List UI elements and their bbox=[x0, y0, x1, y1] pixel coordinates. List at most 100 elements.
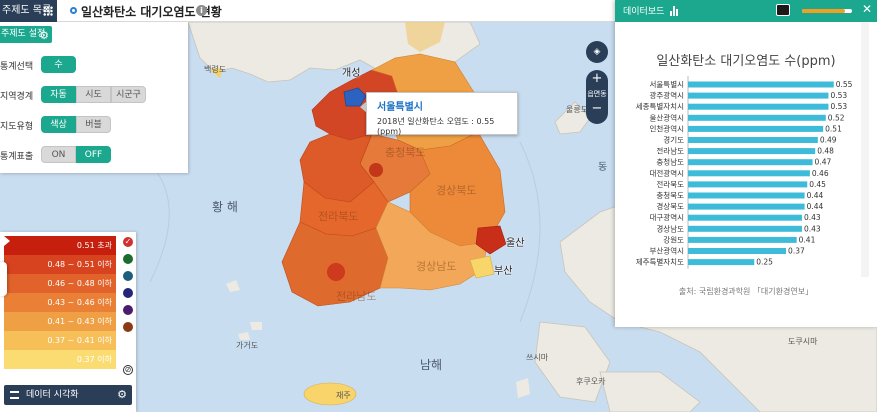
data-visualization-button[interactable]: 데이터 시각화 ⚙ bbox=[4, 385, 132, 405]
region-tooltip: 서울특별시 2018년 일산화탄소 오염도 : 0.55 (ppm) bbox=[360, 92, 518, 136]
layers-icon bbox=[10, 391, 19, 399]
gear-icon: ⚙ bbox=[39, 29, 49, 42]
chart-value-label: 0.44 bbox=[807, 191, 824, 200]
chart-category-label: 세종특별자치시 bbox=[636, 101, 684, 111]
chart-category-label: 부산광역시 bbox=[650, 246, 685, 256]
province-label-gyeongnam: 경상남도 bbox=[416, 260, 457, 273]
stat-display-off[interactable]: OFF bbox=[76, 146, 111, 163]
bar-chart: 서울특별시 0.55 광주광역시 0.53 세종특별자치시 0.53 울산광역시 0.52 인천… bbox=[636, 76, 853, 269]
sea-label-yellow: 황 해 bbox=[212, 200, 238, 214]
chart-value-label: 0.37 bbox=[788, 247, 805, 256]
chart-value-label: 0.43 bbox=[804, 213, 821, 222]
data-board-title: 데이터보드 bbox=[623, 7, 665, 17]
chart-bar[interactable] bbox=[688, 148, 816, 155]
theme-settings-header[interactable]: 주제도 설정 ⚙ bbox=[0, 26, 52, 43]
chart-bar[interactable] bbox=[688, 137, 818, 143]
chart-value-label: 0.41 bbox=[799, 235, 816, 244]
chart-bar[interactable] bbox=[688, 125, 824, 132]
palette-swatch[interactable] bbox=[123, 271, 133, 281]
legend-collapse-handle[interactable] bbox=[0, 262, 7, 296]
palette-swatch[interactable] bbox=[123, 322, 133, 332]
chart-category-label: 경상북도 bbox=[656, 201, 684, 211]
chart-value-label: 0.49 bbox=[820, 136, 837, 145]
chart-category-label: 대전광역시 bbox=[650, 168, 685, 178]
map-type-toggle-button[interactable]: ◈ bbox=[586, 41, 608, 63]
stat-display-on[interactable]: ON bbox=[41, 146, 76, 163]
close-icon[interactable]: ✕ bbox=[862, 2, 872, 16]
chart-value-label: 0.25 bbox=[756, 258, 773, 267]
legend-panel: 0.51 초과 0.48 ~ 0.51 이하 0.46 ~ 0.48 이하 0.43 … bbox=[0, 232, 136, 412]
chart-bar[interactable] bbox=[688, 214, 802, 221]
bar-chart-icon bbox=[670, 6, 680, 16]
gear-icon: ⚙ bbox=[117, 388, 127, 401]
province-label-chungbuk: 충청북도 bbox=[385, 146, 426, 159]
city-label-ulsan: 울산 bbox=[506, 238, 525, 249]
opacity-slider[interactable] bbox=[802, 9, 852, 13]
palette-swatch[interactable] bbox=[123, 254, 133, 264]
chart-bar[interactable] bbox=[688, 192, 805, 199]
chart-bar[interactable] bbox=[688, 92, 829, 99]
palette-swatch[interactable]: ✓ bbox=[123, 237, 133, 247]
boundary-option-auto[interactable]: 자동 bbox=[41, 86, 76, 103]
chart-category-label: 충청북도 bbox=[656, 191, 684, 200]
legend-class: 0.37 ~ 0.41 이하 bbox=[4, 331, 116, 350]
province-label-jeonbuk: 전라북도 bbox=[318, 210, 359, 223]
image-icon[interactable] bbox=[776, 4, 790, 16]
chart-value-label: 0.51 bbox=[825, 124, 842, 133]
palette-swatch[interactable] bbox=[123, 288, 133, 298]
chart-category-label: 광주광역시 bbox=[650, 90, 685, 100]
island-label-tsushima: 쓰시마 bbox=[526, 353, 549, 362]
data-board-panel: 데이터보드 ✕ 일산화탄소 대기오염도 수(ppm) 서울특별시 0.55 광주광역… bbox=[615, 0, 877, 327]
info-icon[interactable]: i bbox=[196, 5, 207, 16]
chart-value-label: 0.44 bbox=[807, 202, 824, 211]
boundary-option-sido[interactable]: 시도 bbox=[76, 86, 111, 103]
chart-bar[interactable] bbox=[688, 114, 826, 121]
boundary-option-sigungu[interactable]: 시군구 bbox=[111, 86, 146, 103]
chart-bar[interactable] bbox=[688, 181, 808, 188]
title-bullet-icon bbox=[70, 7, 77, 14]
chart-value-label: 0.48 bbox=[817, 147, 834, 156]
island-label-baengnyeongdo: 백령도 bbox=[204, 65, 227, 74]
chart-bar[interactable] bbox=[688, 259, 755, 266]
chart-value-label: 0.52 bbox=[828, 113, 845, 122]
zoom-level-label: 읍면동 bbox=[587, 90, 607, 98]
zoom-in-button[interactable]: + bbox=[586, 70, 608, 88]
chart-value-label: 0.53 bbox=[830, 102, 847, 111]
chart-value-label: 0.46 bbox=[812, 169, 829, 178]
chart-title: 일산화탄소 대기오염도 수(ppm) bbox=[656, 54, 836, 69]
chart-bar[interactable] bbox=[688, 103, 829, 110]
chart-category-label: 대구광역시 bbox=[650, 212, 685, 222]
stat-display-label: 통계표출 bbox=[0, 152, 34, 162]
province-label-gyeongbuk: 경상북도 bbox=[436, 184, 477, 197]
chart-bar[interactable] bbox=[688, 81, 834, 88]
tooltip-value-text: 2018년 일산화탄소 오염도 : 0.55 (ppm) bbox=[377, 117, 495, 136]
chart-bar[interactable] bbox=[688, 236, 797, 243]
legend-class: 0.46 ~ 0.48 이하 bbox=[4, 274, 116, 293]
chart-bar[interactable] bbox=[688, 159, 813, 166]
reset-palette-icon[interactable]: ⊘ bbox=[123, 365, 133, 375]
chart-source: 출처: 국립환경과학원 「대기환경연보」 bbox=[678, 287, 814, 296]
province-label-jeonnam: 전라남도 bbox=[336, 290, 377, 303]
zoom-out-button[interactable]: − bbox=[586, 100, 608, 118]
chart-category-label: 인천광역시 bbox=[650, 123, 685, 133]
stat-option-ppm[interactable]: 수(ppm) bbox=[41, 56, 76, 87]
chart-bar[interactable] bbox=[688, 170, 810, 177]
data-visualization-label: 데이터 시각화 bbox=[26, 390, 79, 400]
legend-marker-icon bbox=[4, 236, 10, 246]
map-type-option-bubble[interactable]: 버블 bbox=[76, 116, 111, 133]
map-type-option-color[interactable]: 색상 bbox=[41, 116, 76, 133]
palette-swatch[interactable] bbox=[123, 305, 133, 315]
sea-label-south: 남해 bbox=[420, 358, 443, 372]
theme-list-button[interactable]: 주제도 목록 bbox=[0, 0, 57, 22]
map-type-label: 지도유형 bbox=[0, 122, 34, 132]
legend-class: 0.43 ~ 0.46 이하 bbox=[4, 293, 116, 312]
tooltip-arrow bbox=[360, 101, 367, 113]
sea-label-east: 동 bbox=[598, 162, 608, 173]
opacity-slider-fill bbox=[802, 9, 845, 13]
legend-class: 0.51 초과 bbox=[4, 236, 116, 255]
chart-bar[interactable] bbox=[688, 248, 787, 254]
data-board-header: 데이터보드 ✕ bbox=[615, 0, 877, 22]
chart-bar[interactable] bbox=[688, 203, 805, 210]
chart-bar[interactable] bbox=[688, 225, 802, 232]
city-label-fukuoka: 후쿠오카 bbox=[576, 377, 606, 386]
